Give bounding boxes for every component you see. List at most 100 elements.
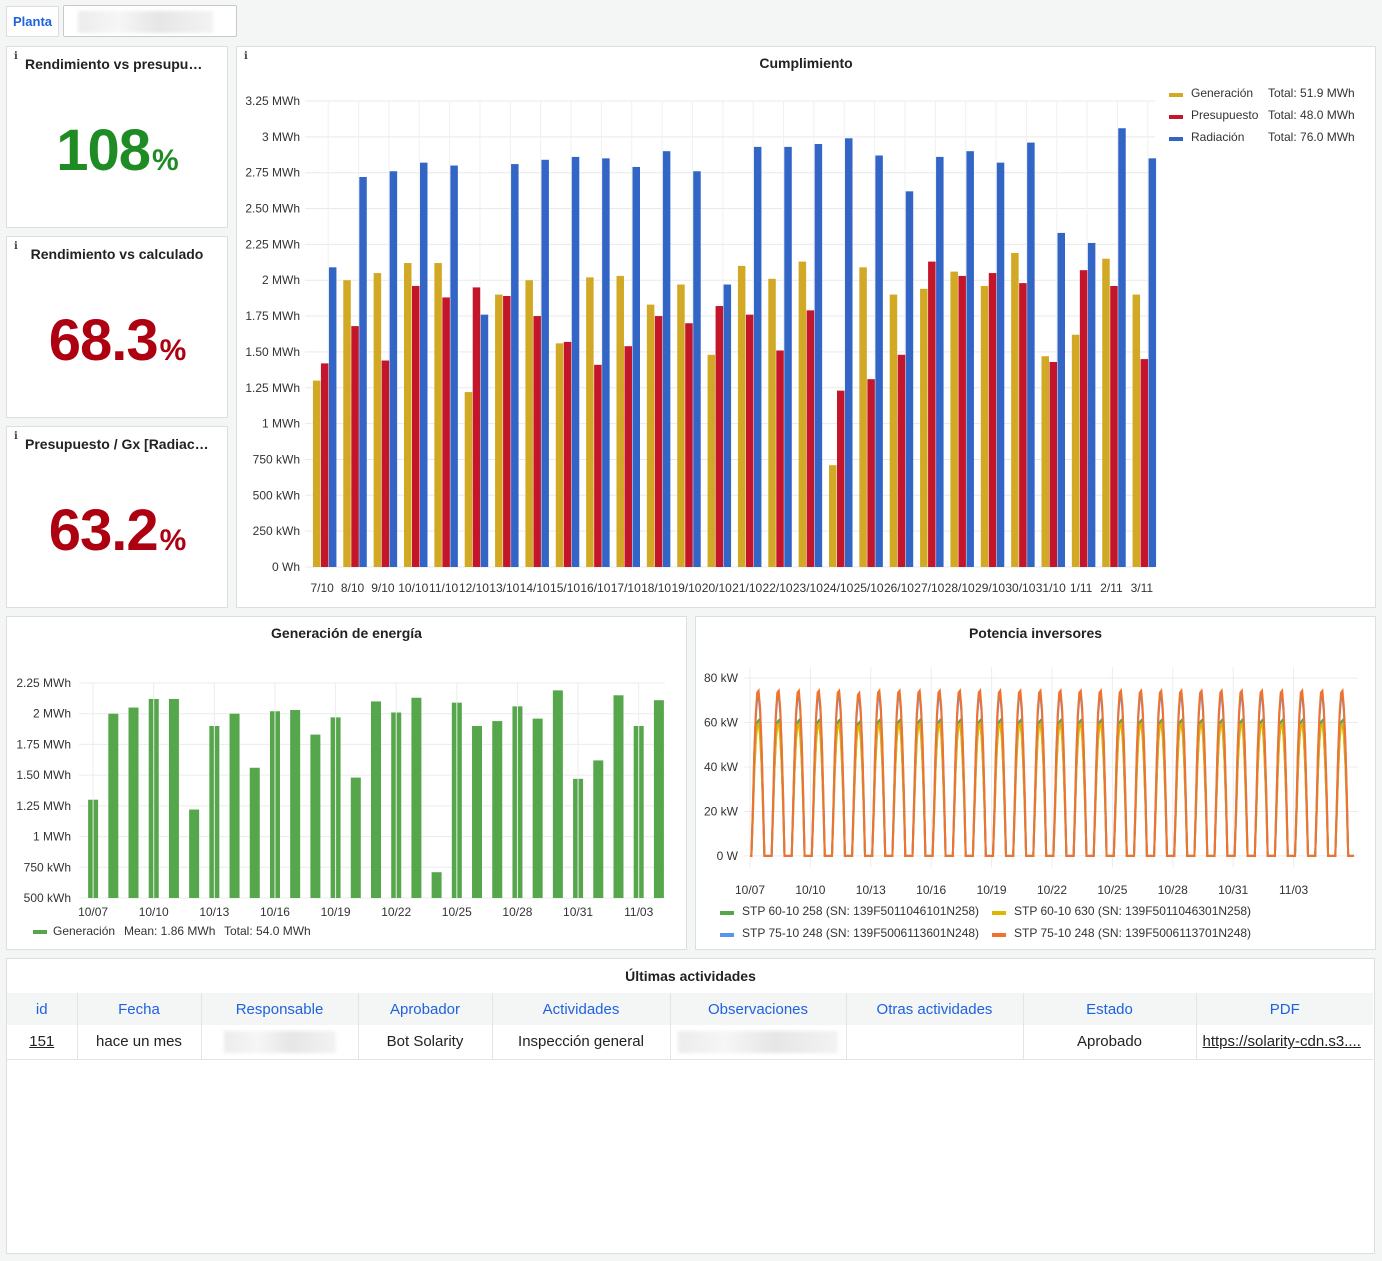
x-tick-label: 20/10 bbox=[702, 581, 732, 595]
bar-generacion bbox=[168, 698, 179, 898]
bar-generacion bbox=[189, 809, 200, 898]
generacion-panel: Generación de energía 500 kWh 750 kWh 1 MW… bbox=[6, 616, 687, 950]
column-header-fecha[interactable]: Fecha bbox=[77, 993, 202, 1025]
bar-generación bbox=[373, 273, 382, 567]
bar-presupuesto bbox=[351, 326, 359, 567]
bar-generacion bbox=[249, 767, 260, 898]
column-header-aprobador[interactable]: Aprobador bbox=[358, 993, 493, 1025]
bar-generacion bbox=[310, 734, 321, 898]
x-tick-label: 30/10 bbox=[1005, 581, 1035, 595]
x-tick-label: 31/10 bbox=[1036, 581, 1066, 595]
stat-title: Rendimiento vs presupues... bbox=[25, 56, 209, 72]
column-header-observaciones[interactable]: Observaciones bbox=[670, 993, 847, 1025]
y-tick-label: 1.75 MWh bbox=[16, 737, 71, 751]
y-tick-label: 2.75 MWh bbox=[245, 166, 300, 180]
column-header-id[interactable]: id bbox=[7, 993, 78, 1025]
cumplimiento-chart[interactable]: 0 Wh 250 kWh 500 kWh 750 kWh 1 MWh 1.25 MWh 1.… bbox=[237, 47, 1375, 607]
info-icon[interactable]: i bbox=[14, 51, 18, 62]
bar-generacion bbox=[492, 721, 503, 898]
bar-radiación bbox=[328, 267, 337, 567]
bar-generación bbox=[495, 294, 503, 567]
x-tick-label: 10/22 bbox=[381, 905, 411, 919]
id-link[interactable]: 151 bbox=[29, 1033, 54, 1050]
pdf-link[interactable]: https://solarity-cdn.s3.... bbox=[1203, 1033, 1361, 1050]
bar-radiación bbox=[389, 171, 398, 567]
cell-id[interactable]: 151 bbox=[7, 1025, 78, 1060]
x-tick-label: 26/10 bbox=[884, 581, 914, 595]
generacion-chart[interactable]: 500 kWh 750 kWh 1 MWh 1.25 MWh 1.50 MWh 1.75 … bbox=[7, 617, 686, 949]
bar-presupuesto bbox=[837, 390, 845, 567]
bar-generación bbox=[343, 280, 351, 567]
bar-generación bbox=[889, 294, 898, 567]
legend-swatch bbox=[992, 911, 1006, 915]
legend-mean: Mean: 1.86 MWh bbox=[124, 924, 215, 938]
bar-presupuesto bbox=[715, 306, 724, 567]
bar-presupuesto bbox=[685, 323, 693, 567]
bar-radiación bbox=[875, 155, 883, 567]
bar-generación bbox=[950, 271, 958, 567]
x-tick-label: 10/13 bbox=[199, 905, 229, 919]
legend-label: STP 60-10 630 (SN: 139F5011046301N258) bbox=[1014, 904, 1251, 918]
bar-radiación bbox=[966, 151, 974, 567]
redacted-text bbox=[678, 1030, 838, 1053]
y-tick-label: 500 kWh bbox=[24, 891, 71, 905]
bar-radiación bbox=[420, 162, 428, 567]
cell-actividades: Inspección general bbox=[492, 1025, 671, 1060]
y-tick-label: 2.25 MWh bbox=[16, 676, 71, 690]
column-header-pdf[interactable]: PDF bbox=[1196, 993, 1373, 1025]
bar-generación bbox=[312, 380, 321, 567]
legend-label: Presupuesto bbox=[1191, 108, 1259, 122]
stat-rendimiento-presupuesto: i Rendimiento vs presupues... 108% bbox=[6, 46, 228, 228]
bar-presupuesto bbox=[381, 360, 390, 567]
bar-presupuesto bbox=[533, 316, 541, 567]
x-tick-label: 11/03 bbox=[624, 905, 653, 919]
bar-radiación bbox=[814, 144, 823, 567]
y-tick-label: 1.50 MWh bbox=[245, 345, 300, 359]
y-tick-label: 250 kWh bbox=[253, 524, 300, 538]
x-tick-label: 10/28 bbox=[502, 905, 532, 919]
x-tick-label: 10/25 bbox=[1097, 883, 1127, 897]
column-header-estado[interactable]: Estado bbox=[1023, 993, 1197, 1025]
legend-swatch bbox=[1169, 93, 1183, 97]
x-tick-label: 11/03 bbox=[1279, 883, 1308, 897]
bar-presupuesto bbox=[897, 354, 906, 567]
planta-select[interactable] bbox=[63, 5, 237, 37]
bar-generacion bbox=[552, 690, 563, 898]
cell-responsable bbox=[201, 1025, 359, 1060]
bar-radiación bbox=[541, 159, 549, 567]
bar-generacion bbox=[613, 695, 624, 898]
bar-generación bbox=[1041, 356, 1049, 567]
column-header-responsable[interactable]: Responsable bbox=[201, 993, 359, 1025]
bar-presupuesto bbox=[624, 346, 632, 567]
y-tick-label: 2.50 MWh bbox=[245, 202, 300, 216]
bar-generación bbox=[920, 288, 928, 567]
bar-presupuesto bbox=[958, 275, 966, 567]
x-tick-label: 29/10 bbox=[975, 581, 1005, 595]
cumplimiento-panel: i Cumplimiento 0 Wh 250 kWh 500 kWh 750 kWh… bbox=[236, 46, 1376, 608]
bar-radiación bbox=[450, 165, 458, 567]
stat-value: 108% bbox=[56, 118, 178, 183]
stat-rendimiento-calculado: i Rendimiento vs calculado 68.3% bbox=[6, 236, 228, 418]
info-icon[interactable]: i bbox=[14, 241, 18, 252]
bar-radiación bbox=[1087, 242, 1096, 567]
y-tick-label: 750 kWh bbox=[253, 452, 300, 466]
x-tick-label: 10/13 bbox=[856, 883, 886, 897]
x-tick-label: 12/10 bbox=[459, 581, 489, 595]
cell-estado: Aprobado bbox=[1023, 1025, 1197, 1060]
bar-generacion bbox=[653, 700, 664, 898]
column-header-actividades[interactable]: Actividades bbox=[492, 993, 671, 1025]
bar-generación bbox=[1102, 258, 1110, 567]
bar-radiación bbox=[1027, 142, 1035, 567]
column-header-otras-actividades[interactable]: Otras actividades bbox=[846, 993, 1024, 1025]
bar-presupuesto bbox=[594, 364, 602, 567]
bar-generacion bbox=[229, 713, 240, 898]
bar-radiación bbox=[723, 284, 732, 567]
info-icon[interactable]: i bbox=[14, 431, 18, 442]
potencia-chart[interactable]: 0 W 20 kW 40 kW 60 kW 80 kW 10/07 10/10 10/13 10… bbox=[696, 617, 1375, 949]
y-tick-label: 2 MWh bbox=[262, 273, 300, 287]
legend-label: STP 60-10 258 (SN: 139F5011046101N258) bbox=[742, 904, 979, 918]
stat-title: Rendimiento vs calculado bbox=[30, 246, 204, 262]
x-tick-label: 13/10 bbox=[489, 581, 519, 595]
bar-radiación bbox=[753, 146, 762, 567]
cell-pdf[interactable]: https://solarity-cdn.s3.... bbox=[1196, 1025, 1373, 1060]
